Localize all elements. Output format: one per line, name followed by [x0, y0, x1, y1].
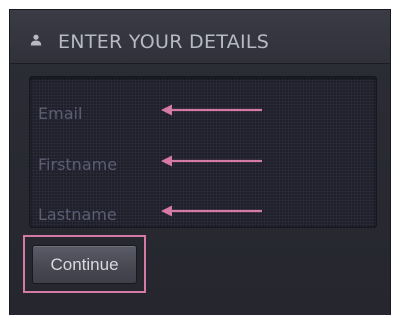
- firstname-annotation-arrow: [161, 155, 262, 167]
- panel-header: ENTER YOUR DETAILS: [10, 10, 390, 64]
- lastname-annotation-arrow: [161, 205, 262, 217]
- email-field[interactable]: Email: [38, 104, 82, 123]
- details-form: Email Firstname Lastname: [29, 76, 377, 228]
- panel-title: ENTER YOUR DETAILS: [58, 31, 270, 53]
- email-annotation-arrow: [161, 104, 262, 116]
- details-panel: ENTER YOUR DETAILS Email Firstname Lastn…: [10, 10, 390, 315]
- page: ENTER YOUR DETAILS Email Firstname Lastn…: [0, 0, 394, 315]
- firstname-field[interactable]: Firstname: [38, 155, 117, 174]
- continue-button[interactable]: Continue: [32, 245, 137, 284]
- user-icon: [30, 34, 42, 46]
- lastname-field[interactable]: Lastname: [38, 205, 117, 224]
